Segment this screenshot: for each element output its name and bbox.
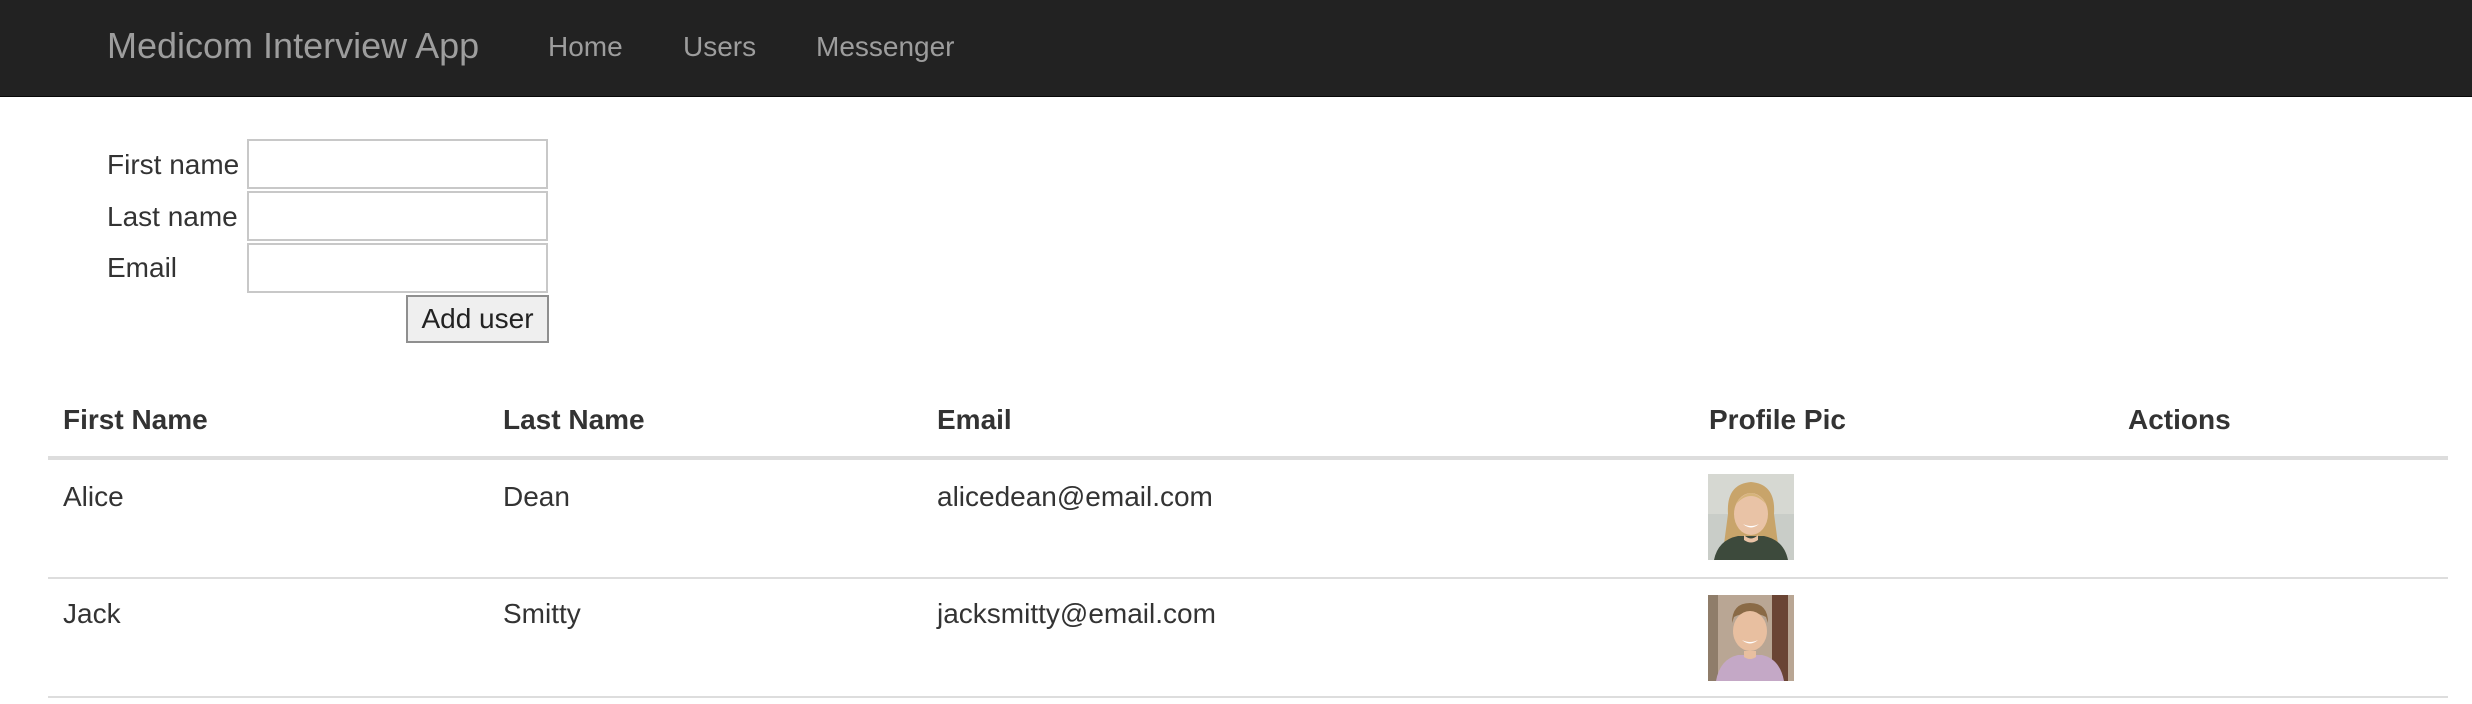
cell-first-name: Alice — [63, 481, 124, 512]
column-header-email: Email — [937, 404, 1012, 435]
nav-messenger-link[interactable]: Messenger — [816, 30, 955, 64]
add-user-button[interactable]: Add user — [406, 295, 549, 343]
last-name-label: Last name — [107, 201, 238, 232]
column-header-actions: Actions — [2128, 404, 2231, 435]
table-row-divider — [48, 696, 2448, 698]
cell-first-name: Jack — [63, 598, 121, 629]
cell-email: alicedean@email.com — [937, 481, 1213, 512]
cell-last-name: Smitty — [503, 598, 581, 629]
table-row-divider — [48, 577, 2448, 579]
cell-email: jacksmitty@email.com — [937, 598, 1216, 629]
column-header-first-name: First Name — [63, 404, 208, 435]
cell-last-name: Dean — [503, 481, 570, 512]
column-header-profile-pic: Profile Pic — [1709, 404, 1846, 435]
nav-users-link[interactable]: Users — [683, 30, 756, 64]
first-name-input[interactable] — [247, 139, 548, 189]
profile-pic-avatar — [1708, 595, 1794, 681]
first-name-label: First name — [107, 149, 240, 180]
table-header-divider — [48, 456, 2448, 460]
app-brand-link[interactable]: Medicom Interview App — [107, 26, 479, 66]
top-navbar: Medicom Interview App Home Users Messeng… — [0, 0, 2472, 97]
column-header-last-name: Last Name — [503, 404, 645, 435]
profile-pic-avatar — [1708, 474, 1794, 560]
email-input[interactable] — [247, 243, 548, 293]
woman-portrait-icon — [1708, 474, 1794, 560]
email-label: Email — [107, 252, 178, 283]
nav-home-link[interactable]: Home — [548, 30, 623, 64]
man-portrait-icon — [1708, 595, 1794, 681]
last-name-input[interactable] — [247, 191, 548, 241]
